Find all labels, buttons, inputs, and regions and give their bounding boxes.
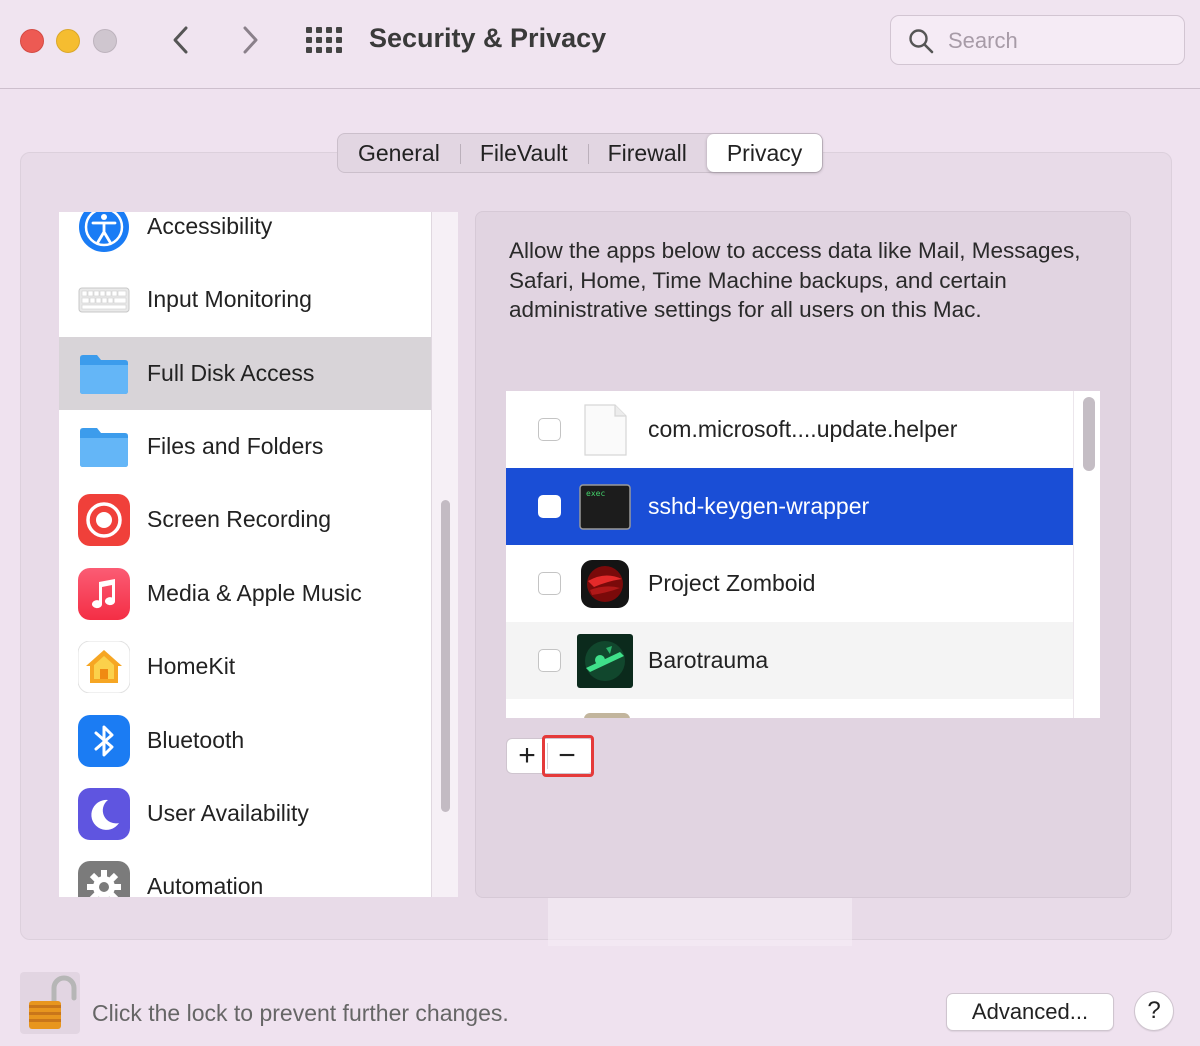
sidebar-item-label: Automation [147,873,264,897]
sidebar-item-automation[interactable]: Automation [59,850,431,897]
barotrauma-icon [576,634,634,688]
sidebar-item-label: Accessibility [147,213,273,239]
app-checkbox[interactable] [538,495,561,518]
folder-icon [78,421,130,473]
access-description: Allow the apps below to access data like… [509,238,1081,322]
moon-icon [78,788,130,840]
unlocked-padlock-icon [29,975,77,1029]
zoom-button[interactable] [93,29,117,53]
terminal-exec-icon: exec [576,480,634,534]
home-icon [78,641,130,693]
tab-general[interactable]: General [338,134,460,172]
sidebar-item-media-apple-music[interactable]: Media & Apple Music [59,557,431,630]
sidebar-item-label: Screen Recording [147,506,332,532]
advanced-button[interactable]: Advanced... [946,993,1114,1031]
app-row[interactable]: exec sshd-keygen-wrapper [506,468,1073,545]
app-row[interactable]: Project Zomboid [506,545,1073,622]
sidebar-item-label: Full Disk Access [147,360,315,386]
sidebar-item-accessibility[interactable]: Accessibility [59,212,431,263]
minimize-button[interactable] [56,29,80,53]
show-all-grid-icon[interactable] [306,27,342,53]
sidebar-item-label: Input Monitoring [147,286,312,312]
back-button[interactable] [161,20,201,60]
document-icon [576,403,634,457]
sidebar-item-label: Bluetooth [147,727,245,753]
sidebar-item-files-and-folders[interactable]: Files and Folders [59,410,431,483]
chevron-left-icon [173,26,188,54]
search-field[interactable] [890,15,1185,65]
tab-filevault[interactable]: FileVault [459,134,588,172]
app-list-scrollbar[interactable] [1073,391,1100,718]
svg-text:exec: exec [586,489,605,498]
sidebar-item-input-monitoring[interactable]: Input Monitoring [59,263,431,336]
app-list[interactable]: com.microsoft....update.helper exec sshd… [506,391,1073,718]
bluetooth-icon [78,715,130,767]
sidebar-item-label: User Availability [147,800,309,826]
lock-button[interactable] [20,972,80,1034]
help-button[interactable]: ? [1134,991,1174,1031]
project-zomboid-icon [576,557,634,611]
sidebar-scrollbar[interactable] [431,212,458,897]
accessibility-icon [78,212,130,253]
app-name: sshd-keygen-wrapper [648,493,870,519]
keyboard-icon [78,274,130,326]
search-icon [909,29,934,54]
sidebar-item-homekit[interactable]: HomeKit [59,630,431,703]
gear-icon [78,861,130,897]
lock-hint-text: Click the lock to prevent further change… [92,1000,509,1026]
app-name: Barotrauma [648,647,769,673]
privacy-category-list[interactable]: Accessibility Input Monitoring Full Disk… [59,212,431,897]
app-row[interactable]: com.microsoft....update.helper [506,391,1073,468]
close-button[interactable] [20,29,44,53]
search-input[interactable] [946,24,1175,58]
sidebar-item-screen-recording[interactable]: Screen Recording [59,483,431,556]
sidebar-item-label: Media & Apple Music [147,580,362,606]
tab-bar: General FileVault Firewall Privacy [337,133,824,173]
sidebar-item-full-disk-access[interactable]: Full Disk Access [59,337,431,410]
app-icon-partial [584,713,630,718]
forward-button[interactable] [230,20,270,60]
app-row[interactable]: Barotrauma [506,622,1073,699]
sidebar-item-label: HomeKit [147,653,236,679]
app-name: Project Zomboid [648,570,816,596]
app-name: com.microsoft....update.helper [648,416,958,442]
music-note-icon [78,568,130,620]
sidebar-item-bluetooth[interactable]: Bluetooth [59,704,431,777]
app-checkbox[interactable] [538,418,561,441]
app-checkbox[interactable] [538,572,561,595]
sidebar-item-label: Files and Folders [147,433,324,459]
chevron-right-icon [243,26,258,54]
add-app-button[interactable]: + [507,739,547,773]
background-patch [548,898,852,946]
remove-button-highlight [542,735,594,777]
tab-privacy[interactable]: Privacy [706,134,823,172]
scrollbar-thumb[interactable] [441,500,450,812]
folder-icon [78,348,130,400]
app-checkbox[interactable] [538,649,561,672]
sidebar-item-user-availability[interactable]: User Availability [59,777,431,850]
screen-recording-icon [78,494,130,546]
tab-firewall[interactable]: Firewall [587,134,707,172]
title-bar: Security & Privacy [0,0,1200,89]
scrollbar-thumb[interactable] [1083,397,1095,471]
window-title: Security & Privacy [369,23,607,53]
